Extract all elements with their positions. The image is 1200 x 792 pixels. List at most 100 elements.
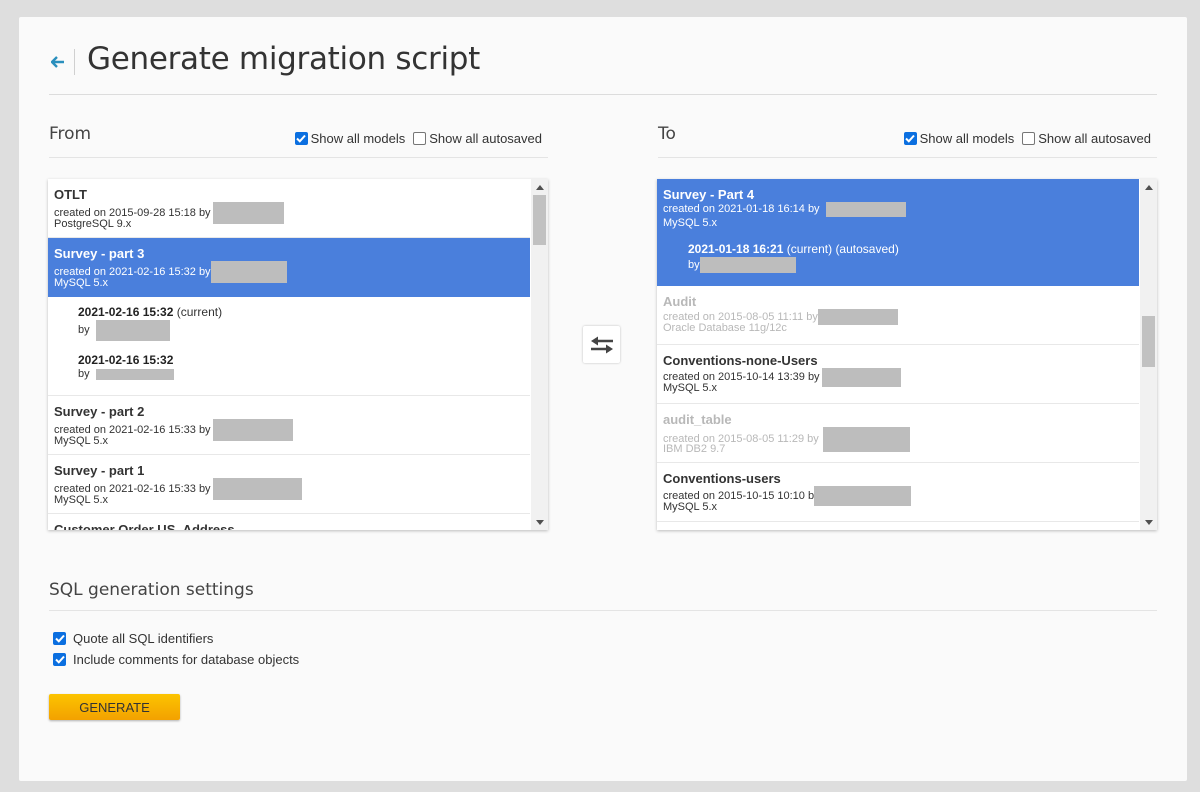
scroll-thumb[interactable]: [533, 195, 546, 245]
list-item[interactable]: Conventions-users created on 2015-10-15 …: [657, 463, 1139, 522]
model-name: Audit: [663, 294, 697, 309]
caret-up-icon: [1144, 184, 1153, 190]
version-author: by: [688, 257, 1133, 273]
model-name: Survey - part 3: [54, 246, 145, 261]
quote-identifiers-label: Quote all SQL identifiers: [73, 631, 214, 646]
model-created-text: created on 2021-01-18 16:14 by: [663, 203, 820, 215]
to-show-all-autosaved-label: Show all autosaved: [1038, 131, 1151, 146]
version-date: 2021-02-16 15:32: [78, 305, 174, 319]
redacted-user: [95, 369, 174, 380]
redacted-user: [210, 261, 287, 283]
list-item[interactable]: audit_table created on 2015-08-05 11:29 …: [657, 404, 1139, 463]
from-model-list[interactable]: OTLT created on 2015-09-28 15:18 by Post…: [48, 179, 548, 530]
page-title: Generate migration script: [87, 41, 480, 77]
list-item[interactable]: Survey - part 1 created on 2021-02-16 15…: [48, 455, 530, 514]
model-name: Customer Order US_Address: [54, 522, 235, 530]
list-item[interactable]: Audit created on 2015-08-05 11:11 by Ora…: [657, 286, 1139, 345]
caret-down-icon: [1144, 519, 1153, 525]
model-created: created on 2021-01-18 16:14 by: [663, 202, 1133, 217]
to-scrollbar[interactable]: [1140, 179, 1157, 530]
model-db: MySQL 5.x: [663, 217, 717, 229]
list-item[interactable]: Survey - part 2 created on 2021-02-16 15…: [48, 396, 530, 455]
version-item[interactable]: 2021-02-16 15:32 by: [48, 345, 530, 396]
model-name: Conventions-none-Users: [663, 353, 818, 368]
arrow-left-icon: [51, 56, 64, 68]
version-by-text: by: [688, 258, 700, 271]
from-panel: From Show all models Show all autosaved …: [48, 122, 548, 530]
to-show-all-models-label: Show all models: [919, 131, 1015, 146]
list-item[interactable]: Conventions-none-Users created on 2015-1…: [657, 345, 1139, 404]
to-show-all-autosaved-checkbox[interactable]: [1022, 132, 1036, 145]
swap-arrows-icon: [590, 336, 613, 353]
scroll-thumb[interactable]: [1142, 316, 1155, 367]
version-by-text: by: [78, 368, 90, 380]
scroll-down-button[interactable]: [1140, 514, 1157, 530]
to-panel: To Show all models Show all autosaved Su…: [657, 122, 1157, 530]
to-show-all-autosaved[interactable]: Show all autosaved: [1022, 131, 1151, 146]
model-name: audit_table: [663, 412, 732, 427]
caret-up-icon: [535, 184, 544, 190]
quote-identifiers-checkbox[interactable]: [53, 632, 66, 645]
model-name: Survey - Part 4: [663, 187, 755, 202]
header-divider: [74, 49, 75, 75]
scroll-up-button[interactable]: [531, 179, 548, 195]
to-show-all-models[interactable]: Show all models: [903, 131, 1015, 146]
redacted-user: [212, 202, 284, 224]
scroll-up-button[interactable]: [1140, 179, 1157, 195]
model-name: Survey - part 1: [54, 463, 145, 478]
list-item[interactable]: Survey - part 3 created on 2021-02-16 15…: [48, 238, 530, 297]
include-comments-option[interactable]: Include comments for database objects: [53, 649, 1157, 670]
redacted-user: [825, 202, 906, 217]
to-panel-header: To Show all models Show all autosaved: [658, 122, 1157, 158]
version-note: (current): [176, 305, 223, 319]
model-name: Survey - part 2: [54, 404, 145, 419]
version-note: (current) (autosaved): [786, 242, 899, 256]
page-header: Generate migration script: [49, 41, 1157, 95]
generate-button[interactable]: GENERATE: [49, 694, 180, 720]
version-date: 2021-02-16 15:32: [78, 353, 174, 367]
caret-down-icon: [535, 519, 544, 525]
from-show-all-autosaved[interactable]: Show all autosaved: [413, 131, 542, 146]
from-show-all-models-label: Show all models: [310, 131, 406, 146]
from-show-all-autosaved-label: Show all autosaved: [429, 131, 542, 146]
settings-title: SQL generation settings: [49, 577, 1157, 611]
version-author: by: [78, 320, 530, 341]
include-comments-checkbox[interactable]: [53, 653, 66, 666]
redacted-user: [95, 320, 170, 341]
to-model-list[interactable]: Survey - Part 4 created on 2021-01-18 16…: [657, 179, 1157, 530]
version-item[interactable]: 2021-02-16 15:32 (current) by: [48, 297, 530, 345]
version-item[interactable]: 2021-01-18 16:21 (current) (autosaved) b…: [663, 230, 1133, 273]
swap-button[interactable]: [583, 326, 620, 363]
quote-identifiers-option[interactable]: Quote all SQL identifiers: [53, 628, 1157, 649]
to-show-all-models-checkbox[interactable]: [903, 132, 917, 145]
redacted-user: [699, 257, 796, 273]
redacted-user: [817, 309, 898, 325]
model-db: PostgreSQL 9.x: [54, 218, 132, 230]
model-db: MySQL 5.x: [54, 277, 108, 289]
from-show-all-models-checkbox[interactable]: [294, 132, 308, 145]
sql-settings: SQL generation settings Quote all SQL id…: [49, 577, 1157, 720]
redacted-user: [814, 486, 912, 506]
version-date: 2021-01-18 16:21: [688, 242, 784, 256]
redacted-user: [212, 419, 293, 441]
model-db: Oracle Database 11g/12c: [663, 322, 787, 334]
list-item[interactable]: Survey - Part 4 created on 2021-01-18 16…: [657, 179, 1139, 286]
from-scrollbar[interactable]: [531, 179, 548, 530]
from-panel-header: From Show all models Show all autosaved: [49, 122, 548, 158]
from-show-all-autosaved-checkbox[interactable]: [413, 132, 427, 145]
from-show-all-models[interactable]: Show all models: [294, 131, 406, 146]
version-by-text: by: [78, 324, 90, 336]
model-name: Conventions-users: [663, 471, 781, 486]
migration-card: Generate migration script From Show all …: [19, 17, 1187, 781]
version-author: by: [78, 368, 530, 381]
model-name: OTLT: [54, 187, 87, 202]
back-button[interactable]: [51, 53, 69, 71]
redacted-user: [822, 427, 910, 452]
list-item[interactable]: OTLT created on 2015-09-28 15:18 by Post…: [48, 179, 530, 238]
include-comments-label: Include comments for database objects: [73, 652, 300, 667]
list-item[interactable]: Customer Order US_Address: [48, 514, 530, 530]
scroll-down-button[interactable]: [531, 514, 548, 530]
redacted-user: [821, 368, 901, 387]
to-title: To: [658, 124, 676, 144]
from-title: From: [49, 124, 92, 144]
